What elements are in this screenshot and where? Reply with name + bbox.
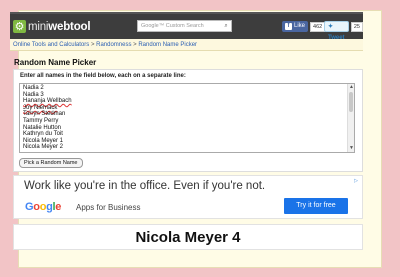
- page-title: Random Name Picker: [14, 58, 97, 67]
- ad-try-free-button[interactable]: Try it for free: [284, 198, 348, 214]
- breadcrumb: Online Tools and Calculators > Randomnes…: [10, 39, 363, 51]
- search-input[interactable]: Google™ Custom Search ⌕: [137, 20, 232, 32]
- ad-headline[interactable]: Work like you're in the office. Even if …: [24, 180, 265, 192]
- breadcrumb-separator: >: [133, 42, 137, 48]
- name-line: Tammy Perry: [23, 117, 59, 124]
- logo-text: miniwebtool: [28, 20, 91, 33]
- name-line: Nicola Meyer 2: [23, 144, 64, 151]
- google-logo: Google: [25, 201, 62, 213]
- breadcrumb-item-tools[interactable]: Online Tools and Calculators: [13, 42, 89, 48]
- scroll-down-icon[interactable]: ▼: [348, 145, 354, 152]
- ad-choices-icon[interactable]: ▷: [353, 178, 359, 184]
- scroll-up-icon[interactable]: ▲: [348, 84, 354, 91]
- site-logo[interactable]: ⚙ miniwebtool: [13, 20, 91, 33]
- site-header: ⚙ miniwebtool Google™ Custom Search ⌕ f …: [10, 12, 363, 41]
- search-placeholder: Google™ Custom Search: [141, 23, 204, 29]
- name-line: Nadia 3: [23, 91, 44, 98]
- facebook-like: f Like 462: [282, 21, 326, 32]
- name-line: Nicola Meyer 1: [23, 137, 64, 144]
- twitter-bird-icon: ✦: [328, 24, 334, 30]
- breadcrumb-item-randomness[interactable]: Randomness: [96, 42, 131, 48]
- name-line: Natalie Hutton: [23, 124, 62, 131]
- result-box: Nicola Meyer 4: [13, 224, 363, 250]
- picked-name: Nicola Meyer 4: [135, 229, 241, 246]
- tweet-count: 25: [350, 21, 363, 32]
- name-picker-panel: Enter all names in the field below, each…: [13, 69, 363, 172]
- names-textarea[interactable]: Nadia 2 Nadia 3 Hananja Wellbach Joy Nie…: [19, 83, 355, 153]
- facebook-like-label: Like: [294, 23, 306, 29]
- name-line: Kathryn du Toit: [23, 131, 63, 138]
- name-line: Tarryn Stedman: [23, 111, 66, 118]
- instruction-label: Enter all names in the field below, each…: [20, 73, 186, 79]
- name-line: Joy Niemack: [23, 104, 58, 111]
- breadcrumb-item-name-picker[interactable]: Random Name Picker: [138, 42, 197, 48]
- textarea-scrollbar[interactable]: ▲ ▼: [347, 84, 354, 152]
- name-line: Hananja Wellbach: [23, 98, 72, 105]
- facebook-icon: f: [285, 23, 292, 30]
- pick-random-name-button[interactable]: Pick a Random Name: [19, 158, 83, 168]
- name-line: Nadia 2: [23, 85, 44, 91]
- search-icon[interactable]: ⌕: [222, 22, 230, 30]
- tweet-button[interactable]: ✦ Tweet: [324, 21, 349, 41]
- breadcrumb-separator: >: [90, 42, 95, 48]
- names-list: Nadia 2 Nadia 3 Hananja Wellbach Joy Nie…: [20, 84, 354, 151]
- twitter-tweet: ✦ Tweet 25: [324, 21, 363, 41]
- advertisement[interactable]: Work like you're in the office. Even if …: [13, 175, 363, 219]
- facebook-like-button[interactable]: f Like: [282, 21, 309, 32]
- ad-product: Apps for Business: [76, 203, 141, 212]
- facebook-like-count: 462: [310, 21, 326, 32]
- scroll-thumb[interactable]: [349, 92, 353, 112]
- gear-icon: ⚙: [13, 20, 26, 33]
